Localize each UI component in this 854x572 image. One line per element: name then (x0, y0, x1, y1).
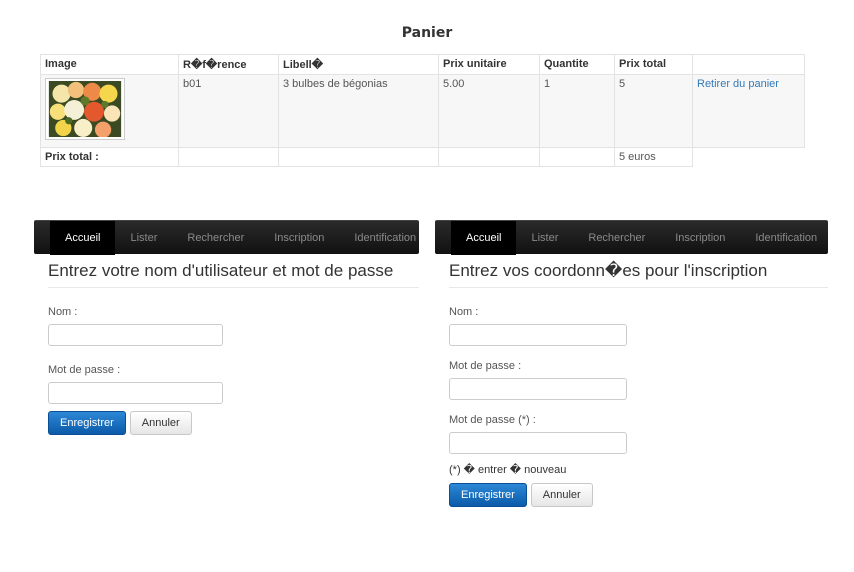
cancel-button[interactable]: Annuler (129, 411, 192, 435)
total-label: Prix total : (40, 147, 179, 167)
name-input[interactable] (48, 324, 223, 346)
password-input[interactable] (449, 378, 627, 400)
login-actions: Enregistrer Annuler (48, 411, 419, 435)
nav-item-inscription[interactable]: Inscription (660, 221, 740, 255)
col-header-action (692, 54, 805, 75)
nav-item-accueil[interactable]: Accueil (50, 220, 116, 255)
name-label: Nom : (48, 306, 78, 318)
total-value: 5 euros (614, 147, 693, 167)
navbar: Accueil Lister Rechercher Inscription Id… (34, 220, 419, 255)
login-panel: Accueil Lister Rechercher Inscription Id… (34, 220, 419, 435)
login-heading: Entrez votre nom d'utilisateur et mot de… (48, 261, 419, 288)
password-label: Mot de passe : (48, 364, 121, 376)
password-note: (*) � entrer � nouveau (449, 464, 567, 476)
remove-from-cart-link[interactable]: Retirer du panier (697, 78, 779, 90)
cell-unit-price: 5.00 (438, 74, 540, 148)
col-header-reference: R�f�rence (178, 54, 279, 75)
cell-label: 3 bulbes de bégonias (278, 74, 439, 148)
cart-header-row: Image R�f�rence Libell� Prix unitaire Qu… (40, 54, 805, 75)
col-header-unit-price: Prix unitaire (438, 54, 540, 75)
navbar: Accueil Lister Rechercher Inscription Id… (435, 220, 828, 255)
name-input[interactable] (449, 324, 627, 346)
password-confirm-label: Mot de passe (*) : (449, 414, 536, 426)
cell-quantity: 1 (539, 74, 615, 148)
cart-row: b01 3 bulbes de bégonias 5.00 1 5 Retire… (40, 74, 805, 148)
nav-item-rechercher[interactable]: Rechercher (172, 221, 259, 255)
nav-item-accueil[interactable]: Accueil (451, 220, 517, 255)
password-confirm-input[interactable] (449, 432, 627, 454)
cell-image (40, 74, 179, 148)
cart-total-row: Prix total : 5 euros (40, 147, 805, 167)
cart-table: Image R�f�rence Libell� Prix unitaire Qu… (40, 54, 805, 167)
submit-button[interactable]: Enregistrer (48, 411, 126, 435)
nav-item-rechercher[interactable]: Rechercher (573, 221, 660, 255)
cart-title: Panier (401, 25, 453, 41)
cell-reference: b01 (178, 74, 279, 148)
password-label: Mot de passe : (449, 360, 522, 372)
register-heading: Entrez vos coordonn�es pour l'inscriptio… (449, 261, 828, 288)
register-panel: Accueil Lister Rechercher Inscription Id… (435, 220, 828, 507)
col-header-image: Image (40, 54, 179, 75)
col-header-total: Prix total (614, 54, 693, 75)
col-header-label: Libell� (278, 54, 439, 75)
cancel-button[interactable]: Annuler (530, 483, 593, 507)
begonia-flowers-icon (48, 81, 122, 137)
password-input[interactable] (48, 382, 223, 404)
nav-item-identification[interactable]: Identification (740, 221, 832, 255)
submit-button[interactable]: Enregistrer (449, 483, 527, 507)
nav-item-identification[interactable]: Identification (339, 221, 431, 255)
name-label: Nom : (449, 306, 479, 318)
nav-item-inscription[interactable]: Inscription (259, 221, 339, 255)
nav-item-lister[interactable]: Lister (516, 221, 573, 255)
product-image (45, 78, 125, 140)
nav-item-lister[interactable]: Lister (115, 221, 172, 255)
col-header-quantity: Quantite (539, 54, 615, 75)
cell-action: Retirer du panier (692, 74, 805, 148)
cell-total: 5 (614, 74, 693, 148)
register-actions: Enregistrer Annuler (449, 483, 828, 507)
